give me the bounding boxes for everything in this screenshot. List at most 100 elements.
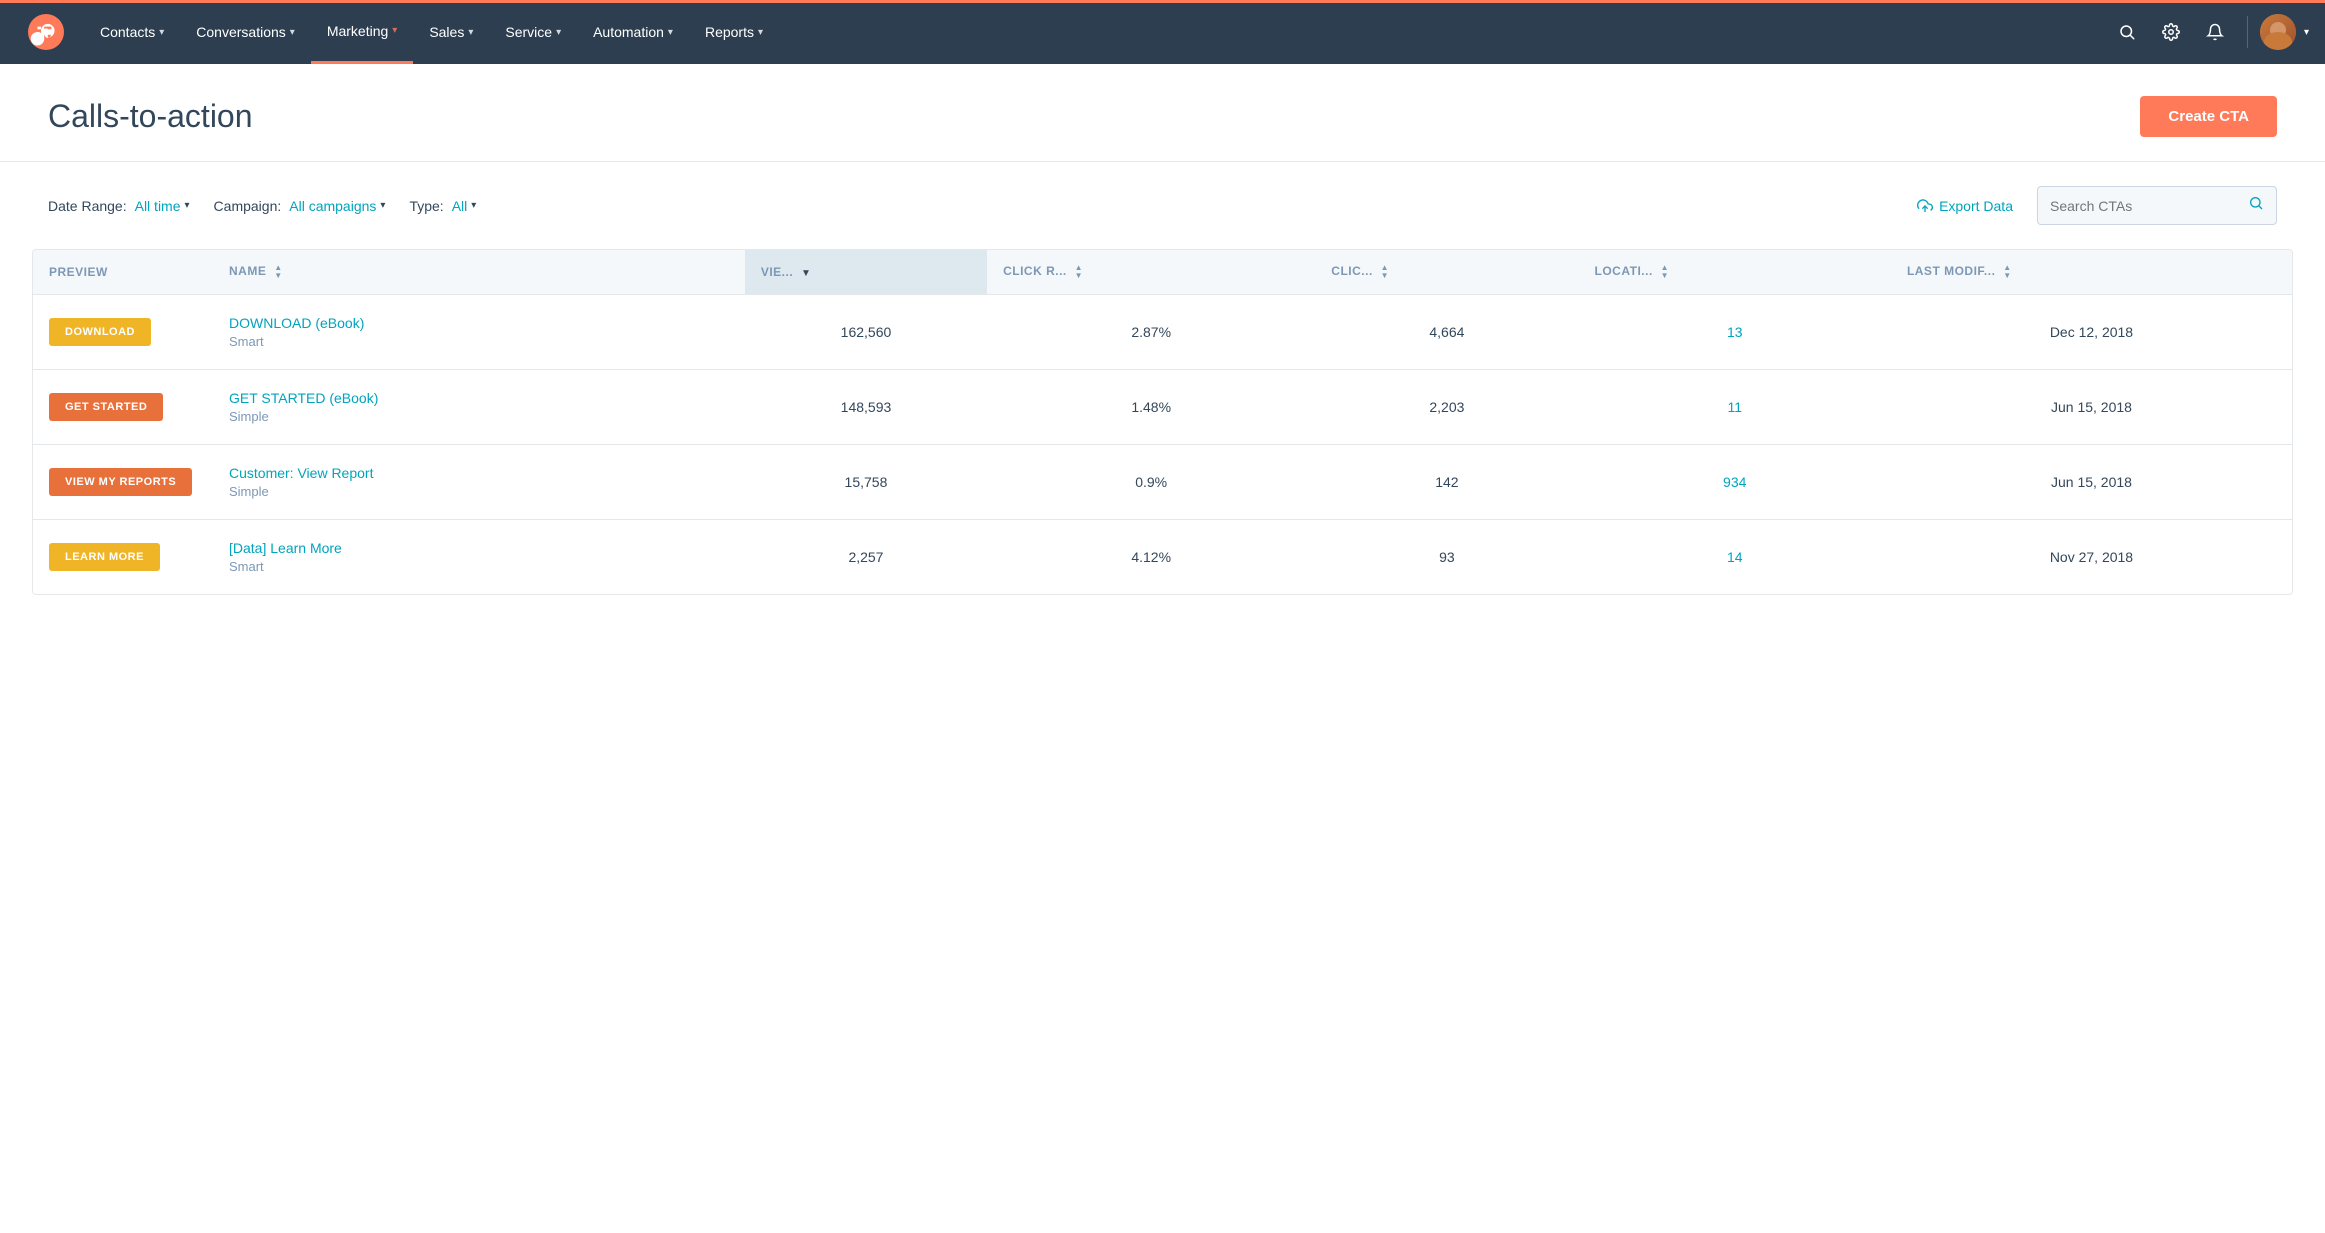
click-rate-cell-3: 4.12% — [987, 520, 1315, 595]
col-last-modified-label: LAST MODIF... — [1907, 264, 1996, 278]
export-label: Export Data — [1939, 198, 2013, 214]
nav-marketing-chevron: ▾ — [392, 25, 397, 36]
type-value: All — [452, 198, 468, 214]
settings-button[interactable] — [2151, 12, 2191, 52]
export-button[interactable]: Export Data — [1917, 198, 2013, 214]
name-cell-2: Customer: View Report Simple — [213, 445, 745, 520]
click-rate-cell-2: 0.9% — [987, 445, 1315, 520]
preview-cell-2: VIEW MY REPORTS — [33, 445, 213, 520]
cta-preview-btn-3[interactable]: LEARN MORE — [49, 543, 160, 571]
nav-marketing[interactable]: Marketing ▾ — [311, 0, 414, 64]
locations-value-2[interactable]: 934 — [1723, 474, 1746, 490]
table-row: VIEW MY REPORTS Customer: View Report Si… — [33, 445, 2292, 520]
nav-conversations-label: Conversations — [196, 24, 286, 40]
filters-bar: Date Range: All time ▾ Campaign: All cam… — [0, 162, 2325, 249]
col-locations[interactable]: LOCATI... ▲ ▼ — [1579, 250, 1891, 295]
nav-reports[interactable]: Reports ▾ — [689, 0, 779, 64]
views-sort-arrow: ▼ — [801, 268, 811, 279]
name-link-0[interactable]: DOWNLOAD (eBook) — [229, 315, 729, 331]
notifications-button[interactable] — [2195, 12, 2235, 52]
locations-value-1[interactable]: 11 — [1727, 399, 1742, 415]
nav-contacts-label: Contacts — [100, 24, 155, 40]
avatar-image — [2260, 14, 2296, 50]
name-link-1[interactable]: GET STARTED (eBook) — [229, 390, 729, 406]
col-name-label: NAME — [229, 264, 266, 278]
views-cell-3: 2,257 — [745, 520, 987, 595]
nav-reports-label: Reports — [705, 24, 754, 40]
col-locations-label: LOCATI... — [1595, 264, 1653, 278]
nav-service-label: Service — [505, 24, 552, 40]
nav-contacts[interactable]: Contacts ▾ — [84, 0, 180, 64]
name-type-1: Simple — [229, 409, 269, 424]
hubspot-logo[interactable] — [16, 14, 76, 50]
nav-automation[interactable]: Automation ▾ — [577, 0, 689, 64]
avatar-chevron[interactable]: ▾ — [2304, 27, 2309, 38]
user-avatar[interactable] — [2260, 14, 2296, 50]
col-click-rate[interactable]: CLICK R... ▲ ▼ — [987, 250, 1315, 295]
date-range-select[interactable]: All time ▾ — [135, 198, 190, 214]
locations-cell-1[interactable]: 11 — [1579, 370, 1891, 445]
type-filter: Type: All ▾ — [409, 198, 476, 214]
nav-automation-chevron: ▾ — [668, 27, 673, 38]
cta-preview-btn-1[interactable]: GET STARTED — [49, 393, 163, 421]
nav-contacts-chevron: ▾ — [159, 27, 164, 38]
views-cell-1: 148,593 — [745, 370, 987, 445]
type-label: Type: — [409, 198, 443, 214]
col-last-modified[interactable]: LAST MODIF... ▲ ▼ — [1891, 250, 2292, 295]
date-range-label: Date Range: — [48, 198, 127, 214]
clicks-cell-2: 142 — [1315, 445, 1578, 520]
clicks-cell-0: 4,664 — [1315, 295, 1578, 370]
cta-preview-btn-0[interactable]: DOWNLOAD — [49, 318, 151, 346]
name-link-2[interactable]: Customer: View Report — [229, 465, 729, 481]
search-input[interactable] — [2050, 198, 2248, 214]
views-cell-2: 15,758 — [745, 445, 987, 520]
locations-cell-0[interactable]: 13 — [1579, 295, 1891, 370]
search-box[interactable] — [2037, 186, 2277, 225]
date-range-value: All time — [135, 198, 181, 214]
create-cta-button[interactable]: Create CTA — [2140, 96, 2277, 137]
nav-conversations-chevron: ▾ — [290, 27, 295, 38]
name-link-3[interactable]: [Data] Learn More — [229, 540, 729, 556]
name-cell-0: DOWNLOAD (eBook) Smart — [213, 295, 745, 370]
col-clicks[interactable]: CLIC... ▲ ▼ — [1315, 250, 1578, 295]
campaign-select[interactable]: All campaigns ▾ — [289, 198, 385, 214]
nav-reports-chevron: ▾ — [758, 27, 763, 38]
nav-service[interactable]: Service ▾ — [489, 0, 577, 64]
col-name[interactable]: NAME ▲ ▼ — [213, 250, 745, 295]
col-preview-label: PREVIEW — [49, 265, 108, 279]
nav-service-chevron: ▾ — [556, 27, 561, 38]
locations-cell-2[interactable]: 934 — [1579, 445, 1891, 520]
type-select[interactable]: All ▾ — [452, 198, 477, 214]
clicks-sort-icons: ▲ ▼ — [1381, 264, 1389, 280]
cta-preview-btn-2[interactable]: VIEW MY REPORTS — [49, 468, 192, 496]
table-row: DOWNLOAD DOWNLOAD (eBook) Smart 162,560 … — [33, 295, 2292, 370]
preview-cell-1: GET STARTED — [33, 370, 213, 445]
col-clicks-label: CLIC... — [1331, 264, 1373, 278]
table: PREVIEW NAME ▲ ▼ VIE... ▼ CLICK R... — [33, 250, 2292, 594]
locations-value-3[interactable]: 14 — [1727, 549, 1743, 565]
click-rate-cell-0: 2.87% — [987, 295, 1315, 370]
last-modified-cell-2: Jun 15, 2018 — [1891, 445, 2292, 520]
preview-cell-0: DOWNLOAD — [33, 295, 213, 370]
name-cell-1: GET STARTED (eBook) Simple — [213, 370, 745, 445]
search-button[interactable] — [2107, 12, 2147, 52]
locations-sort-icons: ▲ ▼ — [1661, 264, 1669, 280]
locations-value-0[interactable]: 13 — [1727, 324, 1743, 340]
nav-conversations[interactable]: Conversations ▾ — [180, 0, 311, 64]
nav-automation-label: Automation — [593, 24, 664, 40]
views-cell-0: 162,560 — [745, 295, 987, 370]
table-row: GET STARTED GET STARTED (eBook) Simple 1… — [33, 370, 2292, 445]
clicks-cell-3: 93 — [1315, 520, 1578, 595]
last-modified-cell-3: Nov 27, 2018 — [1891, 520, 2292, 595]
name-type-3: Smart — [229, 559, 264, 574]
table-body: DOWNLOAD DOWNLOAD (eBook) Smart 162,560 … — [33, 295, 2292, 595]
date-range-filter: Date Range: All time ▾ — [48, 198, 190, 214]
nav-sales[interactable]: Sales ▾ — [413, 0, 489, 64]
campaign-value: All campaigns — [289, 198, 376, 214]
locations-cell-3[interactable]: 14 — [1579, 520, 1891, 595]
col-views[interactable]: VIE... ▼ — [745, 250, 987, 295]
type-chevron: ▾ — [471, 200, 476, 211]
navbar: Contacts ▾ Conversations ▾ Marketing ▾ S… — [0, 0, 2325, 64]
table-row: LEARN MORE [Data] Learn More Smart 2,257… — [33, 520, 2292, 595]
table-header: PREVIEW NAME ▲ ▼ VIE... ▼ CLICK R... — [33, 250, 2292, 295]
